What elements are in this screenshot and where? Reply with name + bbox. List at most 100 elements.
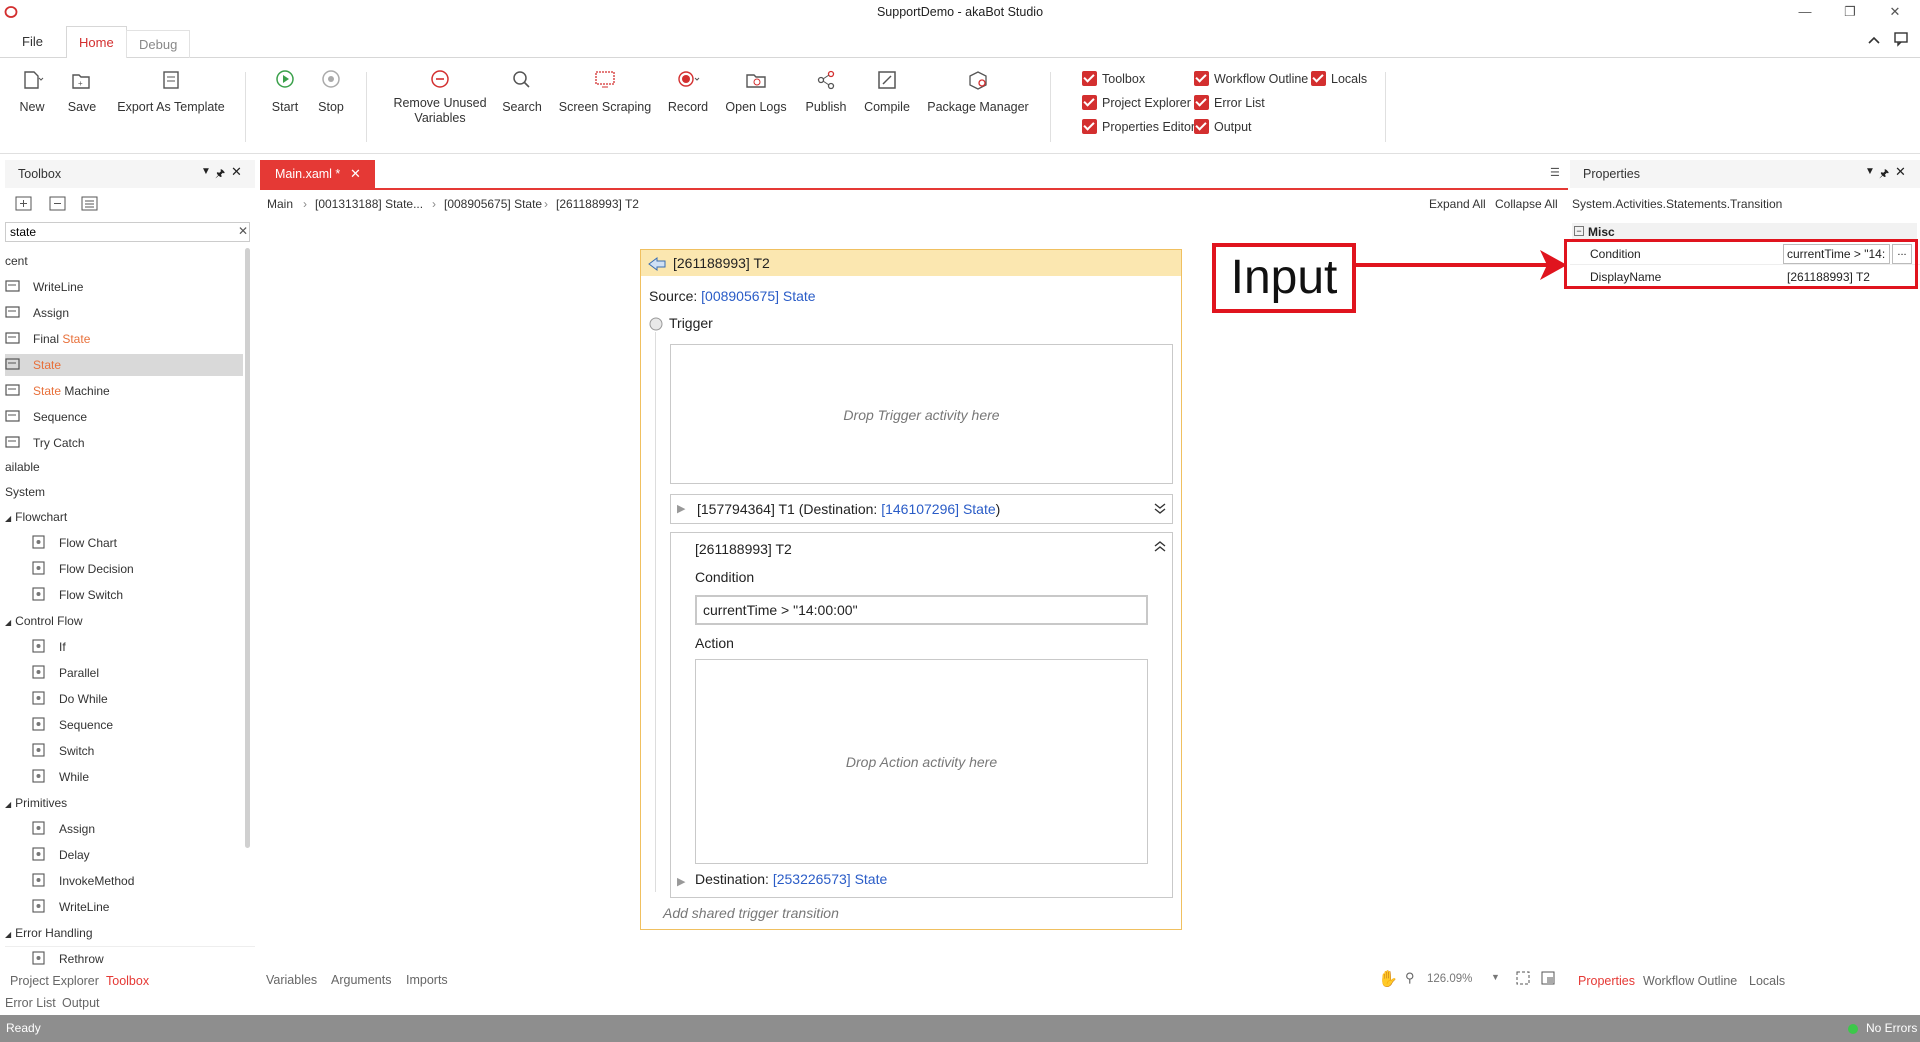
dropdown-icon[interactable]: ▼: [1865, 166, 1875, 177]
double-chevron-down-icon[interactable]: [1153, 501, 1167, 515]
toolbox-checkbox[interactable]: Toolbox: [1082, 71, 1145, 89]
source-link[interactable]: [008905675] State: [701, 288, 815, 304]
workflow-outline-checkbox[interactable]: Workflow Outline: [1194, 71, 1308, 89]
collapse-triangle-icon[interactable]: ◢: [5, 514, 11, 523]
collapse-triangle-icon[interactable]: ◢: [5, 800, 11, 809]
add-shared-trigger-link[interactable]: Add shared trigger transition: [663, 905, 839, 921]
collapse-ribbon-icon[interactable]: [1867, 34, 1881, 46]
collapse-triangle-icon[interactable]: ◢: [5, 618, 11, 627]
toolbox-activity-item[interactable]: Delay: [31, 844, 90, 866]
action-drop-zone[interactable]: Drop Action activity here: [695, 659, 1148, 864]
toolbox-scrollbar[interactable]: [245, 248, 250, 848]
overview-map-icon[interactable]: [1540, 970, 1556, 986]
feedback-icon[interactable]: [1893, 31, 1911, 47]
zoom-level[interactable]: 126.09%: [1427, 973, 1472, 985]
project-explorer-checkbox[interactable]: Project Explorer: [1082, 95, 1191, 113]
transition-card[interactable]: [261188993] T2 Source: [008905675] State…: [640, 249, 1182, 930]
collapse-all-link[interactable]: Collapse All: [1495, 197, 1558, 211]
expand-all-link[interactable]: Expand All: [1429, 197, 1486, 211]
new-button[interactable]: New: [14, 68, 50, 114]
toolbox-activity-item[interactable]: InvokeMethod: [31, 870, 134, 892]
toolbox-activity-item[interactable]: Flow Switch: [31, 584, 123, 606]
minimize-button[interactable]: —: [1790, 2, 1820, 22]
tab-main-xaml[interactable]: Main.xaml * ✕: [260, 160, 375, 188]
close-panel-icon[interactable]: ✕: [1895, 164, 1906, 180]
toolbox-activity-item[interactable]: Flow Chart: [31, 532, 117, 554]
toolbox-recent-item[interactable]: State Machine: [5, 380, 243, 402]
toolbox-recent-item[interactable]: Assign: [5, 302, 243, 324]
list-view-icon[interactable]: [81, 196, 99, 212]
toolbox-activity-item[interactable]: Assign: [31, 818, 95, 840]
pin-icon[interactable]: 🖈: [215, 165, 225, 184]
close-panel-icon[interactable]: ✕: [231, 164, 242, 180]
tab-properties[interactable]: Properties: [1578, 974, 1635, 988]
collapse-category-icon[interactable]: −: [1574, 226, 1584, 236]
close-tab-icon[interactable]: ✕: [350, 160, 361, 188]
zoom-dropdown-icon[interactable]: ▼: [1491, 972, 1500, 982]
tab-locals[interactable]: Locals: [1749, 974, 1785, 988]
dropdown-icon[interactable]: ▼: [201, 166, 211, 177]
toolbox-search-input[interactable]: [6, 223, 216, 241]
trigger-drop-zone[interactable]: Drop Trigger activity here: [670, 344, 1173, 484]
locals-checkbox[interactable]: Locals: [1311, 71, 1367, 89]
breadcrumb-main[interactable]: Main: [267, 197, 293, 211]
toolbox-recent-item[interactable]: State: [5, 354, 243, 376]
hand-pan-icon[interactable]: ✋: [1378, 969, 1398, 989]
save-button[interactable]: + Save: [64, 68, 100, 114]
package-manager-button[interactable]: Package Manager: [926, 68, 1030, 114]
start-button[interactable]: Start: [268, 68, 302, 114]
tab-file[interactable]: File: [10, 26, 55, 58]
fit-to-screen-icon[interactable]: [1515, 970, 1531, 986]
properties-editor-checkbox[interactable]: Properties Editor: [1082, 119, 1195, 137]
compile-button[interactable]: Compile: [862, 68, 912, 114]
restore-button[interactable]: ❐: [1835, 2, 1865, 22]
transition-t1-row[interactable]: ▶ [157794364] T1 (Destination: [14610729…: [670, 494, 1173, 524]
collapse-all-icon[interactable]: [49, 196, 67, 212]
toolbox-activity-item[interactable]: Switch: [31, 740, 94, 762]
toolbox-recent-item[interactable]: WriteLine: [5, 276, 243, 298]
toolbox-activity-item[interactable]: If: [31, 636, 66, 658]
expand-all-icon[interactable]: [15, 196, 33, 212]
tab-toolbox[interactable]: Toolbox: [106, 974, 149, 988]
t1-destination-link[interactable]: [146107296] State: [881, 501, 995, 517]
publish-button[interactable]: Publish: [802, 68, 850, 114]
export-template-button[interactable]: Export As Template: [116, 68, 226, 114]
toolbox-search-box[interactable]: ✕: [5, 222, 250, 242]
output-checkbox[interactable]: Output: [1194, 119, 1252, 137]
toolbox-group-header[interactable]: ◢ Control Flow: [5, 610, 83, 632]
toolbox-recent-item[interactable]: Try Catch: [5, 432, 243, 454]
tab-project-explorer[interactable]: Project Explorer: [10, 974, 99, 988]
toolbox-activity-item[interactable]: While: [31, 766, 89, 788]
error-list-checkbox[interactable]: Error List: [1194, 95, 1265, 113]
toolbox-activity-item[interactable]: Parallel: [31, 662, 99, 684]
clear-search-icon[interactable]: ✕: [238, 224, 248, 238]
toolbox-recent-item[interactable]: Final State: [5, 328, 243, 350]
open-logs-button[interactable]: Open Logs: [724, 68, 788, 114]
search-button[interactable]: Search: [500, 68, 544, 114]
tab-arguments[interactable]: Arguments: [331, 973, 391, 987]
double-chevron-up-icon[interactable]: [1153, 539, 1167, 553]
toolbox-group-header[interactable]: ◢ Error Handling: [5, 922, 93, 944]
condition-input[interactable]: currentTime > "14:00:00": [695, 595, 1148, 625]
tab-variables[interactable]: Variables: [266, 973, 317, 987]
document-menu-icon[interactable]: ☰: [1550, 166, 1560, 179]
tab-debug[interactable]: Debug: [126, 30, 191, 58]
horizontal-scrollbar[interactable]: [5, 946, 255, 956]
toolbox-activity-item[interactable]: Flow Decision: [31, 558, 134, 580]
breadcrumb-state-1[interactable]: [001313188] State...: [315, 197, 423, 211]
pin-icon[interactable]: 🖈: [1879, 165, 1889, 184]
tab-imports[interactable]: Imports: [406, 973, 448, 987]
toolbox-activity-item[interactable]: Do While: [31, 688, 108, 710]
close-window-button[interactable]: ✕: [1880, 2, 1910, 22]
stop-button[interactable]: Stop: [314, 68, 348, 114]
toolbox-group-header[interactable]: ◢ Primitives: [5, 792, 67, 814]
tab-output[interactable]: Output: [62, 996, 100, 1010]
toolbox-activity-item[interactable]: WriteLine: [31, 896, 109, 918]
remove-unused-variables-button[interactable]: Remove Unused Variables: [392, 68, 488, 126]
tab-workflow-outline[interactable]: Workflow Outline: [1643, 974, 1737, 988]
tab-error-list[interactable]: Error List: [5, 996, 56, 1010]
tab-home[interactable]: Home: [66, 26, 127, 59]
expand-arrow-icon[interactable]: ▶: [677, 875, 685, 888]
breadcrumb-state-2[interactable]: [008905675] State: [444, 197, 542, 211]
toolbox-group-header[interactable]: ◢ Flowchart: [5, 506, 67, 528]
